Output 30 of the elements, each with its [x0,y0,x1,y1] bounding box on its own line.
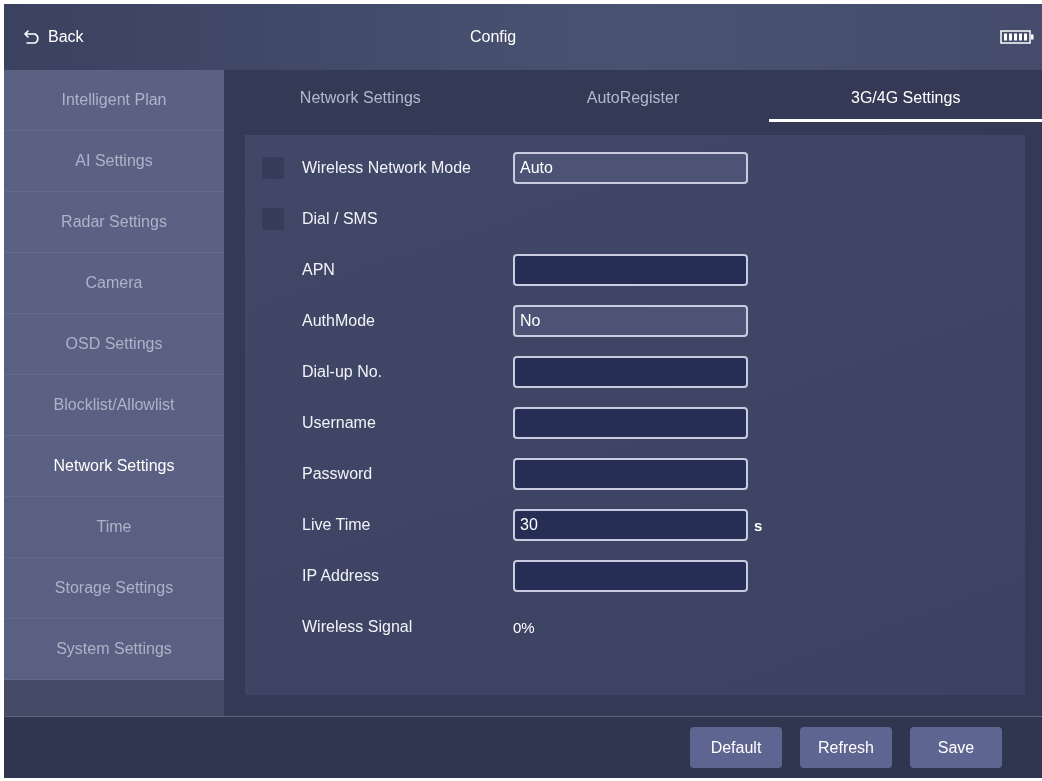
input-field[interactable] [513,356,748,388]
back-button[interactable]: Back [20,24,88,50]
field-label: Wireless Network Mode [302,159,472,177]
tab[interactable]: Network Settings [224,70,497,122]
field-label: IP Address [302,567,381,585]
action-button[interactable]: Default [690,727,782,768]
input-field[interactable] [513,560,748,592]
input-field[interactable] [513,254,748,286]
field-label: Dial-up No. [302,363,384,381]
input-field[interactable] [513,458,748,490]
window-title: Config [470,28,517,46]
back-arrow-icon [24,30,42,44]
signal-value: 0% [513,618,535,636]
input-field[interactable] [513,407,748,439]
tab[interactable]: AutoRegister [496,70,770,122]
field-label: Username [302,414,377,432]
field-label: Wireless Signal [302,618,414,636]
field-label: AuthMode [302,312,376,330]
input-field[interactable]: 30 [513,509,748,541]
action-button[interactable]: Save [910,727,1002,768]
action-button[interactable]: Refresh [800,727,892,768]
dropdown-field[interactable]: No [513,305,748,337]
field-label: Password [302,465,374,483]
tab[interactable]: 3G/4G Settings [769,70,1042,122]
field-label: APN [302,261,336,279]
field-label: Dial / SMS [302,210,379,228]
field-label: Live Time [302,516,372,534]
dropdown-field[interactable]: Auto [513,152,748,184]
battery-icon [1000,30,1034,44]
unit-label: s [754,516,763,534]
